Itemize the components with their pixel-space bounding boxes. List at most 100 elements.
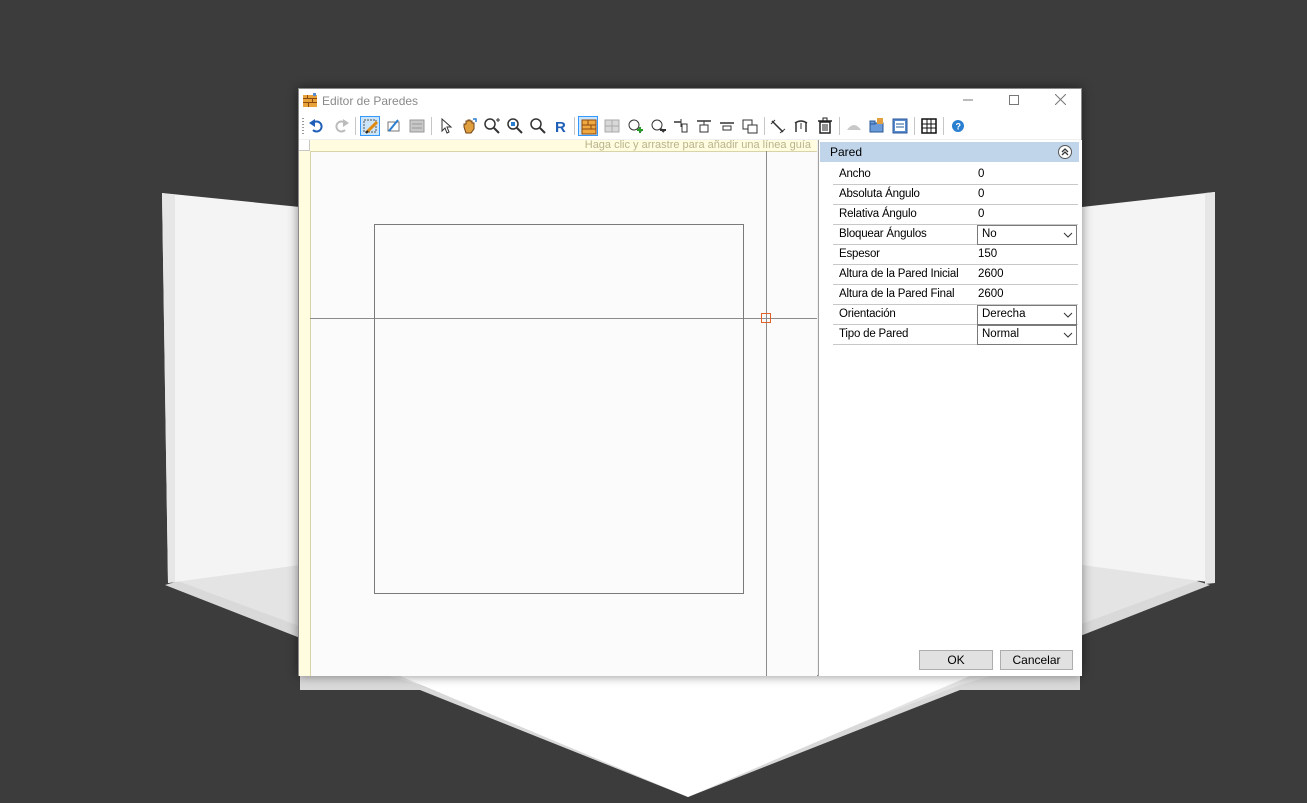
hand-icon: [463, 118, 477, 134]
dropdown-value: No: [982, 228, 997, 240]
brick-wall-button[interactable]: [578, 116, 598, 136]
roof-icon: [847, 125, 861, 130]
property-row-relativa-angulo[interactable]: Relativa Ángulo 0: [833, 205, 1078, 225]
toolbar-separator: [355, 117, 356, 135]
zoom-window-button[interactable]: [505, 116, 525, 136]
property-row-bloquear-angulos[interactable]: Bloquear Ángulos No: [833, 225, 1078, 245]
property-value[interactable]: 150: [978, 248, 997, 260]
zoom-in-button[interactable]: [482, 116, 502, 136]
zoom-button[interactable]: [528, 116, 548, 136]
select-tool-button[interactable]: [436, 116, 456, 136]
property-label: Absoluta Ángulo: [839, 188, 920, 200]
property-value[interactable]: 0: [978, 208, 984, 220]
vertical-ruler[interactable]: [299, 151, 311, 676]
property-row-espesor[interactable]: Espesor 150: [833, 245, 1078, 265]
close-button[interactable]: [1037, 89, 1083, 113]
trash-icon: [818, 117, 832, 134]
reset-view-button[interactable]: R: [551, 116, 571, 136]
svg-text:?: ?: [956, 122, 962, 132]
property-row-orientacion[interactable]: Orientación Derecha: [833, 305, 1078, 325]
bloquear-angulos-dropdown[interactable]: No: [977, 225, 1077, 245]
property-label: Espesor: [839, 248, 880, 260]
drawing-canvas[interactable]: Haga clic y arrastre para añadir una lín…: [299, 140, 817, 676]
tipo-de-pared-dropdown[interactable]: Normal: [977, 325, 1077, 345]
copy-wall-icon: [742, 119, 758, 134]
svg-text:R: R: [555, 119, 566, 135]
property-row-altura-inicial[interactable]: Altura de la Pared Inicial 2600: [833, 265, 1078, 285]
property-label: Orientación: [839, 308, 896, 320]
add-node-button[interactable]: [625, 116, 645, 136]
draw-wall-button[interactable]: [360, 116, 380, 136]
wall-properties-button[interactable]: [407, 116, 427, 136]
remove-node-icon: [651, 119, 666, 133]
open-file-button[interactable]: [867, 116, 887, 136]
align-left-icon: [674, 119, 688, 133]
orientacion-dropdown[interactable]: Derecha: [977, 305, 1077, 325]
property-row-absoluta-angulo[interactable]: Absoluta Ángulo 0: [833, 185, 1078, 205]
window-title: Editor de Paredes: [322, 94, 419, 108]
room-walls[interactable]: [374, 224, 744, 594]
maximize-button[interactable]: [991, 89, 1037, 113]
ok-button[interactable]: OK: [919, 650, 993, 670]
dropdown-value: Derecha: [982, 308, 1026, 320]
draw-wall-icon: [363, 119, 379, 134]
chevron-down-icon: [1063, 312, 1073, 318]
property-row-tipo-de-pared[interactable]: Tipo de Pared Normal: [833, 325, 1078, 345]
panel-header[interactable]: Pared: [820, 142, 1079, 162]
grid-icon: [921, 118, 937, 134]
property-row-ancho[interactable]: Ancho 0: [833, 165, 1078, 185]
wall-list-icon: [892, 118, 908, 134]
collapse-up-icon[interactable]: [1057, 144, 1073, 160]
property-value[interactable]: 0: [978, 168, 984, 180]
zoom-icon: [530, 118, 546, 134]
vertical-guide-line[interactable]: [766, 151, 767, 676]
property-row-altura-final[interactable]: Altura de la Pared Final 2600: [833, 285, 1078, 305]
align-middle-button[interactable]: [717, 116, 737, 136]
redo-button[interactable]: [331, 116, 351, 136]
wall-editor-window: Editor de Paredes R ? Haga clic y arrast…: [298, 88, 1082, 676]
split-wall-button[interactable]: [602, 116, 622, 136]
toolbar-grip[interactable]: [302, 118, 304, 134]
delete-button[interactable]: [815, 116, 835, 136]
grid-toggle-button[interactable]: [919, 116, 939, 136]
measure-icon: [770, 119, 786, 134]
horizontal-ruler[interactable]: Haga clic y arrastre para añadir una lín…: [299, 140, 817, 152]
redo-icon: [335, 119, 349, 133]
title-bar[interactable]: Editor de Paredes: [299, 89, 1081, 113]
split-wall-icon: [604, 119, 620, 133]
cancel-button[interactable]: Cancelar: [1000, 650, 1073, 670]
toolbar-separator: [574, 117, 575, 135]
chevron-down-icon: [1063, 232, 1073, 238]
wall-list-button[interactable]: [890, 116, 910, 136]
remove-node-button[interactable]: [648, 116, 668, 136]
align-top-icon: [697, 120, 711, 133]
folder-icon: [869, 118, 884, 133]
align-top-button[interactable]: [694, 116, 714, 136]
copy-wall-button[interactable]: [740, 116, 760, 136]
zoom-in-icon: [484, 118, 500, 134]
undo-button[interactable]: [307, 116, 327, 136]
property-value[interactable]: 2600: [978, 288, 1004, 300]
measure-button[interactable]: [768, 116, 788, 136]
maximize-icon: [1009, 95, 1019, 105]
align-left-button[interactable]: [671, 116, 691, 136]
arc-wall-button[interactable]: [791, 116, 811, 136]
chevron-down-icon: [1063, 332, 1073, 338]
wall-editor-app-icon: [303, 93, 317, 107]
arc-wall-icon: [794, 120, 808, 132]
minimize-button[interactable]: [945, 89, 991, 113]
property-value[interactable]: 0: [978, 188, 984, 200]
edit-wall-button[interactable]: [384, 116, 404, 136]
roof-button[interactable]: [844, 116, 864, 136]
property-label: Ancho: [839, 168, 871, 180]
property-value[interactable]: 2600: [978, 268, 1004, 280]
help-button[interactable]: ?: [948, 116, 968, 136]
help-icon: ?: [952, 120, 964, 132]
toolbar-separator: [431, 117, 432, 135]
toolbar-separator: [943, 117, 944, 135]
pan-tool-button[interactable]: [459, 116, 479, 136]
guide-line-hint: Haga clic y arrastre para añadir una lín…: [584, 140, 811, 151]
wall-node-marker[interactable]: [761, 313, 771, 323]
property-label: Relativa Ángulo: [839, 208, 917, 220]
pointer-icon: [441, 117, 453, 134]
